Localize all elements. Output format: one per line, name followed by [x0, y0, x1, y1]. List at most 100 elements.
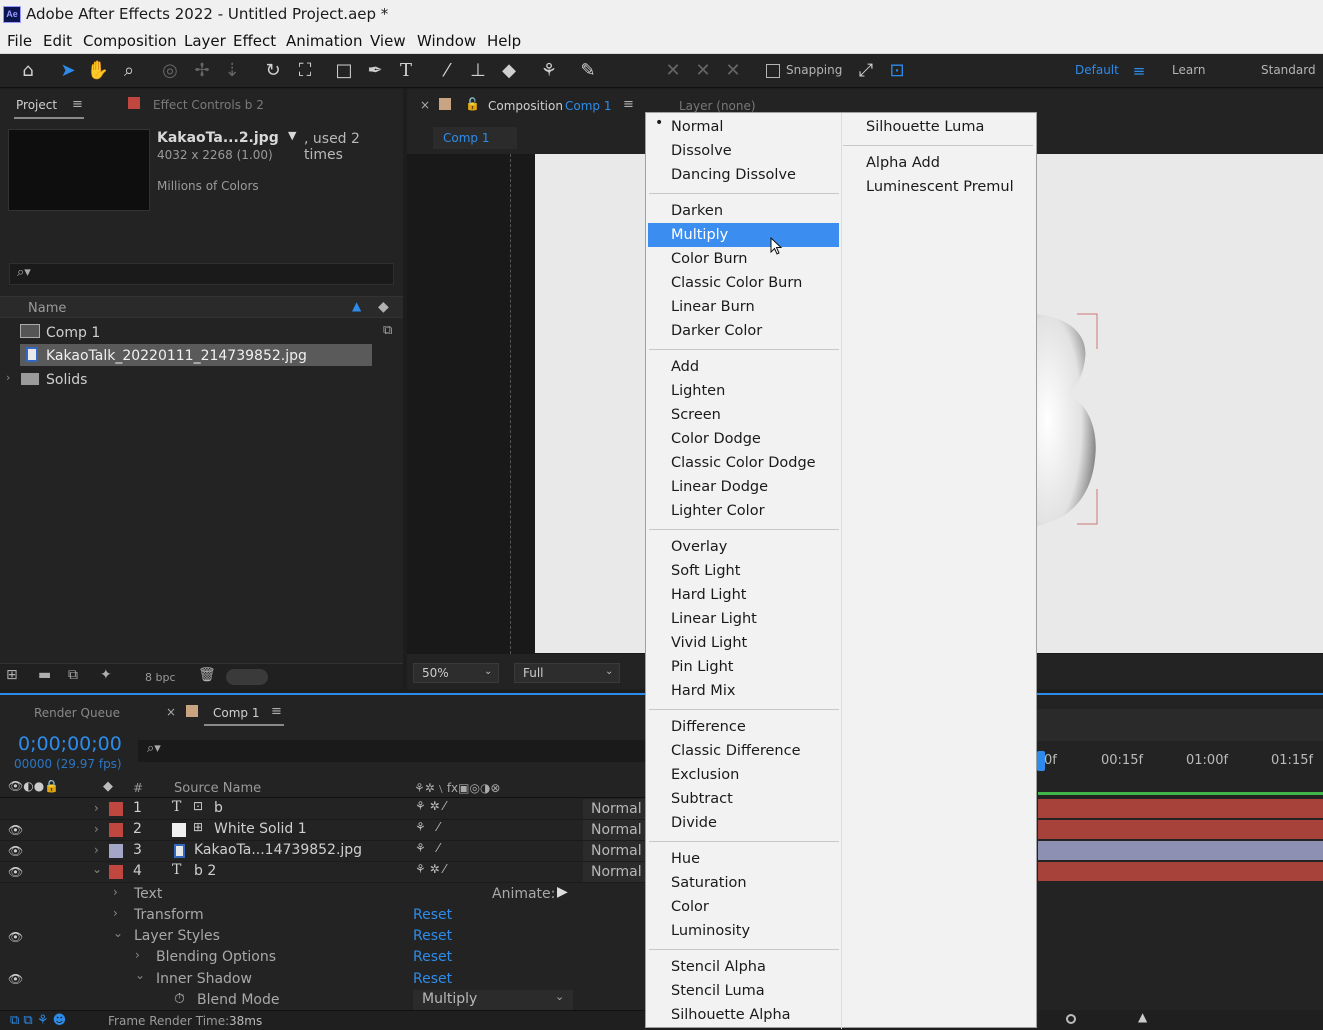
- view-axis-icon[interactable]: ✕: [721, 59, 745, 83]
- blend-exclusion[interactable]: Exclusion: [671, 763, 739, 787]
- roto-brush-tool-icon[interactable]: ⚘: [537, 59, 561, 83]
- orbit-camera-icon[interactable]: ◎: [158, 59, 182, 83]
- pan-camera-icon[interactable]: ✢: [190, 59, 214, 83]
- blend-subtract[interactable]: Subtract: [671, 787, 733, 811]
- usage-dropdown-icon[interactable]: ▼: [288, 129, 296, 142]
- layer-name[interactable]: KakaoTa...14739852.jpg: [194, 842, 362, 858]
- layer-name[interactable]: White Solid 1: [214, 821, 307, 837]
- expand-icon[interactable]: ›: [113, 906, 118, 920]
- comp-subtab[interactable]: Comp 1: [433, 127, 517, 149]
- expand-icon[interactable]: ›: [94, 822, 99, 836]
- animate-play-icon[interactable]: ▶: [557, 884, 568, 900]
- type-tool-icon[interactable]: T: [394, 59, 418, 83]
- blend-classic-color-dodge[interactable]: Classic Color Dodge: [671, 451, 816, 475]
- label-tag-icon[interactable]: ◆: [378, 299, 389, 315]
- layer-mode[interactable]: Normal: [583, 799, 645, 819]
- menu-edit[interactable]: Edit: [43, 32, 72, 50]
- column-name[interactable]: Name: [28, 301, 66, 316]
- layer-bar-2[interactable]: [1038, 820, 1323, 839]
- new-folder-icon[interactable]: ▬: [38, 667, 51, 683]
- tab-comp[interactable]: Comp 1: [213, 706, 259, 720]
- layer-name[interactable]: b: [214, 800, 223, 816]
- blend-hard-mix[interactable]: Hard Mix: [671, 679, 735, 703]
- layer-bar-1[interactable]: [1038, 799, 1323, 818]
- new-comp-icon[interactable]: ⧉: [68, 667, 78, 683]
- local-axis-icon[interactable]: ✕: [661, 59, 685, 83]
- selection-tool-icon[interactable]: ➤: [56, 59, 80, 83]
- playhead[interactable]: [1037, 751, 1045, 771]
- menu-effect[interactable]: Effect: [233, 32, 276, 50]
- blend-linear-light[interactable]: Linear Light: [671, 607, 757, 631]
- rectangle-tool-icon[interactable]: □: [332, 59, 356, 83]
- menu-animation[interactable]: Animation: [286, 32, 362, 50]
- blend-alpha-add[interactable]: Alpha Add: [866, 151, 940, 175]
- interpret-footage-icon[interactable]: ⊞: [6, 667, 18, 683]
- timeline-search-input[interactable]: ⌕▾: [138, 740, 645, 762]
- time-ruler[interactable]: 0f 00:15f 01:00f 01:15f: [1040, 747, 1323, 775]
- workspace-menu-icon[interactable]: ≡: [1127, 59, 1151, 83]
- blend-dancing-dissolve[interactable]: Dancing Dissolve: [671, 163, 796, 187]
- prop-text[interactable]: Text: [134, 886, 162, 902]
- tab-project[interactable]: Project: [16, 98, 57, 112]
- blend-luminosity[interactable]: Luminosity: [671, 919, 750, 943]
- comp-menu-icon[interactable]: ≡: [623, 97, 634, 112]
- blend-divide[interactable]: Divide: [671, 811, 717, 835]
- eraser-tool-icon[interactable]: ◆: [497, 59, 521, 83]
- blend-stencil-luma[interactable]: Stencil Luma: [671, 979, 765, 1003]
- hand-tool-icon[interactable]: ✋: [86, 59, 110, 83]
- zoom-tool-icon[interactable]: ⌕: [117, 59, 141, 83]
- prop-layer-styles[interactable]: Layer Styles: [134, 928, 220, 944]
- blend-add[interactable]: Add: [671, 355, 699, 379]
- blend-multiply[interactable]: Multiply: [671, 223, 728, 247]
- blend-darken[interactable]: Darken: [671, 199, 723, 223]
- snap-target-icon[interactable]: ⊡: [885, 59, 909, 83]
- eye-icon[interactable]: 👁: [8, 844, 23, 858]
- puppet-pin-tool-icon[interactable]: ✎: [576, 59, 600, 83]
- thumbnail-slider[interactable]: [226, 669, 268, 685]
- blend-silhouette-luma[interactable]: Silhouette Luma: [866, 115, 984, 139]
- tab-effect-controls[interactable]: Effect Controls b 2: [153, 98, 264, 112]
- pen-tool-icon[interactable]: ✒: [363, 59, 387, 83]
- expand-icon[interactable]: ›: [94, 801, 99, 815]
- expand-icon[interactable]: ›: [94, 843, 99, 857]
- workspace-standard[interactable]: Standard: [1261, 63, 1316, 77]
- zoom-dropdown[interactable]: 50% ⌄: [413, 663, 499, 683]
- stopwatch-icon[interactable]: ⏱: [174, 991, 185, 1007]
- layer-color-label[interactable]: [109, 802, 123, 816]
- solids-expand-icon[interactable]: ›: [6, 371, 10, 384]
- layer-bar-4[interactable]: [1038, 862, 1323, 881]
- layer-row-2[interactable]: 👁 › 2 ⊞ White Solid 1 ⚘ ⁄ Normal: [0, 820, 645, 841]
- blend-lighter-color[interactable]: Lighter Color: [671, 499, 765, 523]
- menu-view[interactable]: View: [370, 32, 406, 50]
- menu-composition[interactable]: Composition: [83, 32, 177, 50]
- sort-up-icon[interactable]: ▲: [352, 299, 361, 313]
- layer-row-1[interactable]: › 1 T ⊡ b ⚘ ✲ ⁄ Normal: [0, 799, 645, 820]
- project-menu-icon[interactable]: ≡: [72, 97, 83, 112]
- clone-stamp-tool-icon[interactable]: ⊥: [466, 59, 490, 83]
- blend-difference[interactable]: Difference: [671, 715, 746, 739]
- home-icon[interactable]: ⌂: [16, 59, 40, 83]
- blend-normal[interactable]: Normal: [671, 115, 723, 139]
- blend-linear-burn[interactable]: Linear Burn: [671, 295, 755, 319]
- timecode[interactable]: 0;00;00;00: [18, 733, 122, 755]
- expand-icon[interactable]: ›: [135, 948, 140, 962]
- blend-pin-light[interactable]: Pin Light: [671, 655, 733, 679]
- layer-switches[interactable]: ⚘ ⁄: [415, 841, 439, 855]
- reset-transform-button[interactable]: Reset: [413, 907, 452, 923]
- blend-vivid-light[interactable]: Vivid Light: [671, 631, 747, 655]
- layer-panel-tab[interactable]: Layer (none): [679, 99, 756, 113]
- layer-color-label[interactable]: [109, 865, 123, 879]
- snap-options-icon[interactable]: ⤢: [854, 59, 878, 83]
- reset-blending-button[interactable]: Reset: [413, 949, 452, 965]
- tab-render-queue[interactable]: Render Queue: [34, 706, 120, 720]
- comp-mini-flowchart-icon[interactable]: ⧉ ⧉ ⚘ ☻: [10, 1013, 66, 1028]
- flowchart-icon[interactable]: ⧉: [383, 323, 392, 338]
- comp-tab-label[interactable]: Composition: [488, 99, 563, 113]
- eye-icon[interactable]: 👁: [8, 865, 23, 879]
- world-axis-icon[interactable]: ✕: [691, 59, 715, 83]
- blend-color-burn[interactable]: Color Burn: [671, 247, 748, 271]
- prop-inner-shadow[interactable]: Inner Shadow: [156, 971, 252, 987]
- layer-switches[interactable]: ⚘ ✲ ⁄: [415, 799, 445, 813]
- eye-icon[interactable]: 👁: [8, 823, 23, 837]
- blend-overlay[interactable]: Overlay: [671, 535, 727, 559]
